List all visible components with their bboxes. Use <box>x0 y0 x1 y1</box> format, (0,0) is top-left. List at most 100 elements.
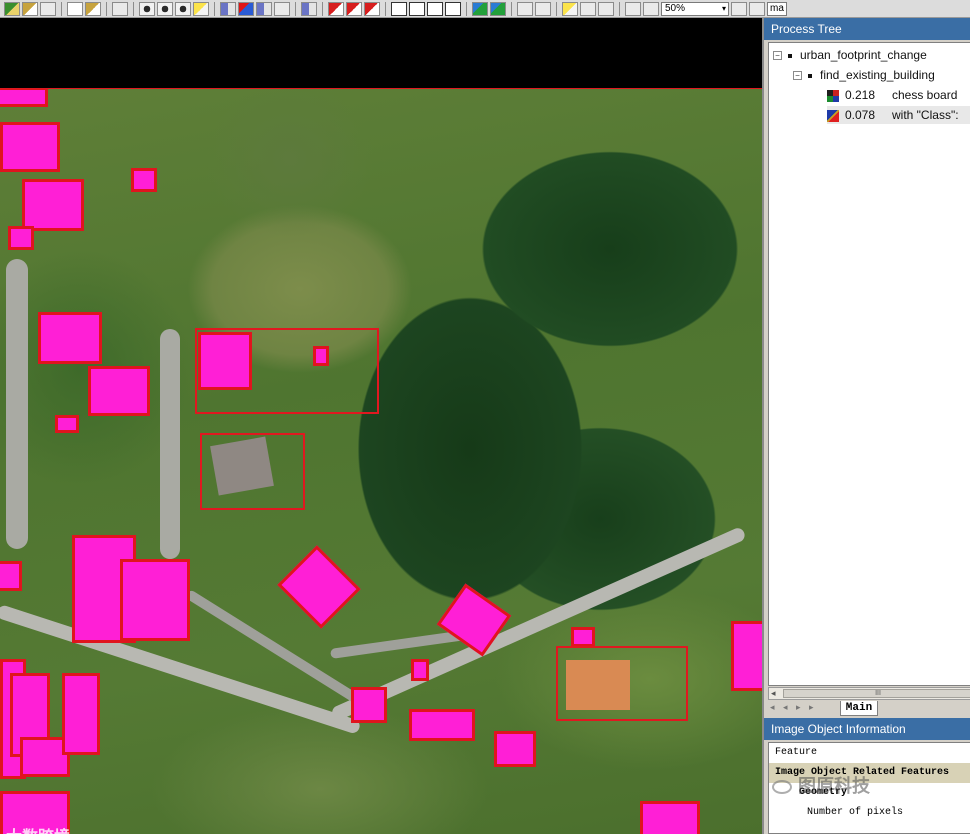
building-footprint[interactable] <box>0 89 48 107</box>
split-view-3-icon[interactable] <box>364 1 380 16</box>
tree-item-find-building[interactable]: − find_existing_building <box>793 66 935 84</box>
process-tree-title: Process Tree <box>764 18 970 40</box>
toolbar-divider <box>295 1 296 16</box>
view-mode-1-icon[interactable] <box>139 1 155 16</box>
building-footprint[interactable] <box>38 312 102 364</box>
toolbar-divider <box>322 1 323 16</box>
close-x-icon[interactable] <box>749 1 765 16</box>
process-tree-scrollbar[interactable]: ◂ III <box>768 687 970 700</box>
change-detection-box[interactable] <box>200 433 305 510</box>
open-file-icon[interactable] <box>85 1 101 16</box>
side-panel: Process Tree − urban_footprint_change − fi… <box>762 18 970 834</box>
tree-item-time: 0.218 <box>845 88 876 102</box>
tree-item-classify[interactable]: 0.078 with "Class": <box>827 106 970 124</box>
building-footprint[interactable] <box>0 122 60 172</box>
view-mode-3-icon[interactable] <box>175 1 191 16</box>
edit-zoom-icon[interactable] <box>731 1 747 16</box>
building-footprint[interactable] <box>120 559 190 641</box>
change-detection-box[interactable] <box>556 646 688 721</box>
toolbar-divider <box>466 1 467 16</box>
building-footprint[interactable] <box>351 687 387 723</box>
tab-main[interactable]: Main <box>840 701 878 716</box>
save-icon[interactable] <box>40 1 56 16</box>
window-1-icon[interactable] <box>391 1 407 16</box>
classification-view-icon[interactable] <box>256 1 272 16</box>
building-footprint[interactable] <box>22 179 84 231</box>
new-document-icon[interactable] <box>67 1 83 16</box>
tree-item-label: find_existing_building <box>820 68 935 82</box>
zoom-out-icon[interactable] <box>625 1 641 16</box>
layer-view-icon[interactable] <box>238 1 254 16</box>
feature-item[interactable]: Number of pixels <box>769 803 970 823</box>
sample-editor-icon[interactable] <box>490 1 506 16</box>
outline-toggle-icon[interactable] <box>301 1 317 16</box>
zoom-dropdown[interactable]: 50% ▾ <box>661 1 729 16</box>
split-view-1-icon[interactable] <box>328 1 344 16</box>
tab-nav-arrows-icon[interactable]: ◂ ◂ ▸ ▸ <box>770 702 817 713</box>
building-footprint[interactable] <box>731 621 762 691</box>
window-4-icon[interactable] <box>445 1 461 16</box>
zoom-area-icon[interactable] <box>598 1 614 16</box>
assign-class-icon <box>827 109 839 122</box>
chevron-down-icon: ▾ <box>721 3 726 13</box>
building-footprint[interactable] <box>571 627 595 647</box>
cursor-icon[interactable] <box>562 1 578 16</box>
collapse-icon[interactable]: − <box>773 51 782 61</box>
change-detection-box[interactable] <box>195 328 379 414</box>
building-footprint[interactable] <box>494 731 536 767</box>
sample-icon[interactable] <box>472 1 488 16</box>
building-footprint[interactable] <box>409 709 475 741</box>
watermark-left: 大数跨境 <box>6 823 70 834</box>
map-viewport[interactable]: 大数跨境 <box>0 18 762 834</box>
window-3-icon[interactable] <box>427 1 443 16</box>
view-mode-4-icon[interactable] <box>193 1 209 16</box>
watermark-right: 图原科技 <box>772 772 870 798</box>
view-mode-2-icon[interactable] <box>157 1 173 16</box>
main-toolbar: 50% ▾ ma <box>0 0 970 18</box>
manual-edit-icon[interactable] <box>517 1 533 16</box>
toolbar-divider <box>556 1 557 16</box>
toolbar-divider <box>619 1 620 16</box>
building-footprint[interactable] <box>8 226 34 250</box>
mixed-view-icon[interactable] <box>274 1 290 16</box>
open-folder-icon[interactable] <box>22 1 38 16</box>
pan-hand-icon[interactable] <box>580 1 596 16</box>
building-footprint[interactable] <box>411 659 429 681</box>
scroll-left-icon[interactable]: ◂ <box>771 688 776 699</box>
road <box>6 259 28 549</box>
toolbar-divider <box>385 1 386 16</box>
window-2-icon[interactable] <box>409 1 425 16</box>
copy-layer-icon[interactable] <box>112 1 128 16</box>
building-footprint[interactable] <box>131 168 157 192</box>
building-footprint[interactable] <box>277 545 361 629</box>
open-project-icon[interactable] <box>4 1 20 16</box>
split-view-2-icon[interactable] <box>346 1 362 16</box>
bullet-icon <box>808 73 812 78</box>
toolbar-divider <box>106 1 107 16</box>
chessboard-segmentation-icon <box>827 89 839 102</box>
process-tree[interactable]: − urban_footprint_change − find_existing_b… <box>768 42 970 686</box>
map-name-field[interactable]: ma <box>767 1 787 16</box>
building-footprint[interactable] <box>55 415 79 433</box>
toolbar-divider <box>214 1 215 16</box>
polygon-edit-icon[interactable] <box>535 1 551 16</box>
feature-header: Feature <box>775 747 818 758</box>
building-footprint[interactable] <box>0 561 22 591</box>
tab-strip: ◂ ◂ ▸ ▸ Main <box>768 701 970 717</box>
tree-item-chess-board[interactable]: 0.218 chess board <box>827 86 957 104</box>
collapse-icon[interactable]: − <box>793 71 802 81</box>
toolbar-divider <box>511 1 512 16</box>
zoom-in-icon[interactable] <box>643 1 659 16</box>
pixel-view-icon[interactable] <box>220 1 236 16</box>
watermark-right-text: 图原科技 <box>798 776 870 796</box>
chat-bubble-icon <box>772 780 792 795</box>
building-footprint[interactable] <box>88 366 150 416</box>
scrollbar-thumb[interactable]: III <box>783 689 970 698</box>
aerial-image[interactable] <box>0 89 762 834</box>
road <box>160 329 180 559</box>
building-footprint[interactable] <box>62 673 100 755</box>
tree-item-urban-footprint[interactable]: − urban_footprint_change <box>773 46 927 64</box>
building-footprint[interactable] <box>640 801 700 834</box>
tree-item-label: chess board <box>892 88 958 102</box>
image-object-info-title: Image Object Information <box>764 718 970 740</box>
